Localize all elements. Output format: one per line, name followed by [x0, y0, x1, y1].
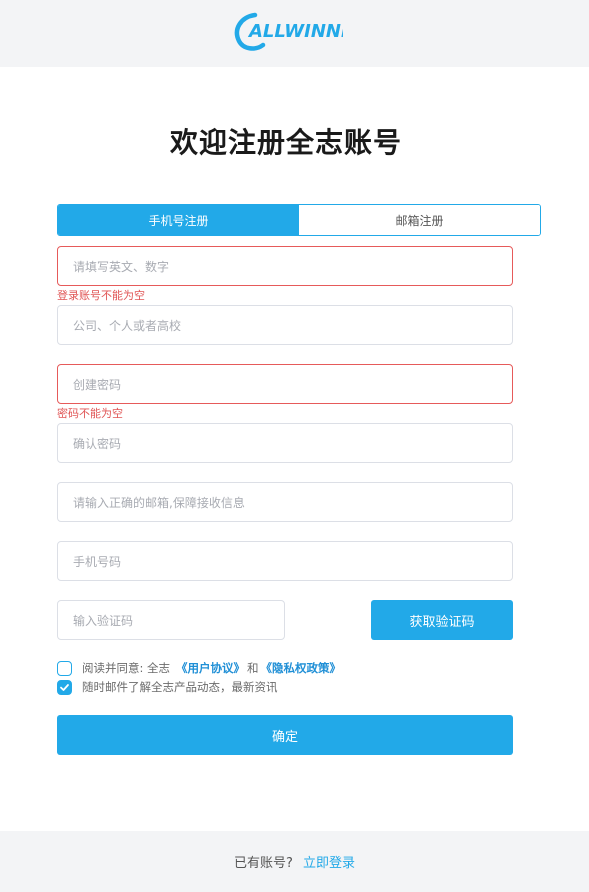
organization-input[interactable]: 公司、个人或者高校 [57, 305, 513, 345]
login-link[interactable]: 立即登录 [303, 852, 355, 871]
confirm-button[interactable]: 确定 [57, 715, 513, 755]
tab-email-register[interactable]: 邮箱注册 [299, 205, 540, 235]
code-placeholder: 输入验证码 [73, 613, 134, 628]
password-placeholder: 创建密码 [73, 377, 122, 392]
account-input[interactable]: 请填写英文、数字 [57, 246, 513, 286]
phone-input[interactable]: 手机号码 [57, 541, 513, 581]
user-agreement-link[interactable]: 《用户协议》 [176, 660, 245, 676]
confirm-password-placeholder: 确认密码 [73, 436, 122, 451]
organization-placeholder: 公司、个人或者高校 [73, 318, 182, 333]
confirm-password-input[interactable]: 确认密码 [57, 423, 513, 463]
checkmark-icon [60, 683, 69, 691]
verification-code-input[interactable]: 输入验证码 [57, 600, 285, 640]
page-title: 欢迎注册全志账号 [169, 126, 402, 159]
privacy-policy-link[interactable]: 《隐私权政策》 [261, 660, 342, 676]
agreement-row: 阅读并同意: 全志 《用户协议》 和 《隐私权政策》 [57, 660, 341, 676]
tab-phone-register[interactable]: 手机号注册 [58, 205, 299, 235]
subscribe-row: 随时邮件了解全志产品动态，最新资讯 [57, 679, 278, 695]
phone-placeholder: 手机号码 [73, 554, 122, 569]
agreement-checkbox[interactable] [57, 660, 72, 676]
allwinner-logo[interactable]: ALLWINNER [233, 9, 343, 53]
header: ALLWINNER [0, 0, 589, 67]
get-code-button[interactable]: 获取验证码 [371, 600, 513, 640]
footer: 已有账号? 立即登录 [0, 831, 589, 892]
subscribe-checkbox[interactable] [57, 679, 72, 695]
subscribe-label: 随时邮件了解全志产品动态，最新资讯 [82, 680, 278, 694]
account-placeholder: 请填写英文、数字 [73, 259, 170, 274]
svg-text:ALLWINNER: ALLWINNER [247, 21, 343, 42]
account-error: 登录账号不能为空 [57, 289, 145, 302]
email-input[interactable]: 请输入正确的邮箱,保障接收信息 [57, 482, 513, 522]
register-tabs: 手机号注册 邮箱注册 [57, 204, 541, 236]
agreement-prefix: 阅读并同意: 全志 [82, 661, 171, 675]
password-error: 密码不能为空 [57, 407, 123, 420]
has-account-text: 已有账号? [234, 856, 293, 871]
agreement-and: 和 [247, 661, 259, 675]
password-input[interactable]: 创建密码 [57, 364, 513, 404]
email-placeholder: 请输入正确的邮箱,保障接收信息 [73, 495, 245, 510]
